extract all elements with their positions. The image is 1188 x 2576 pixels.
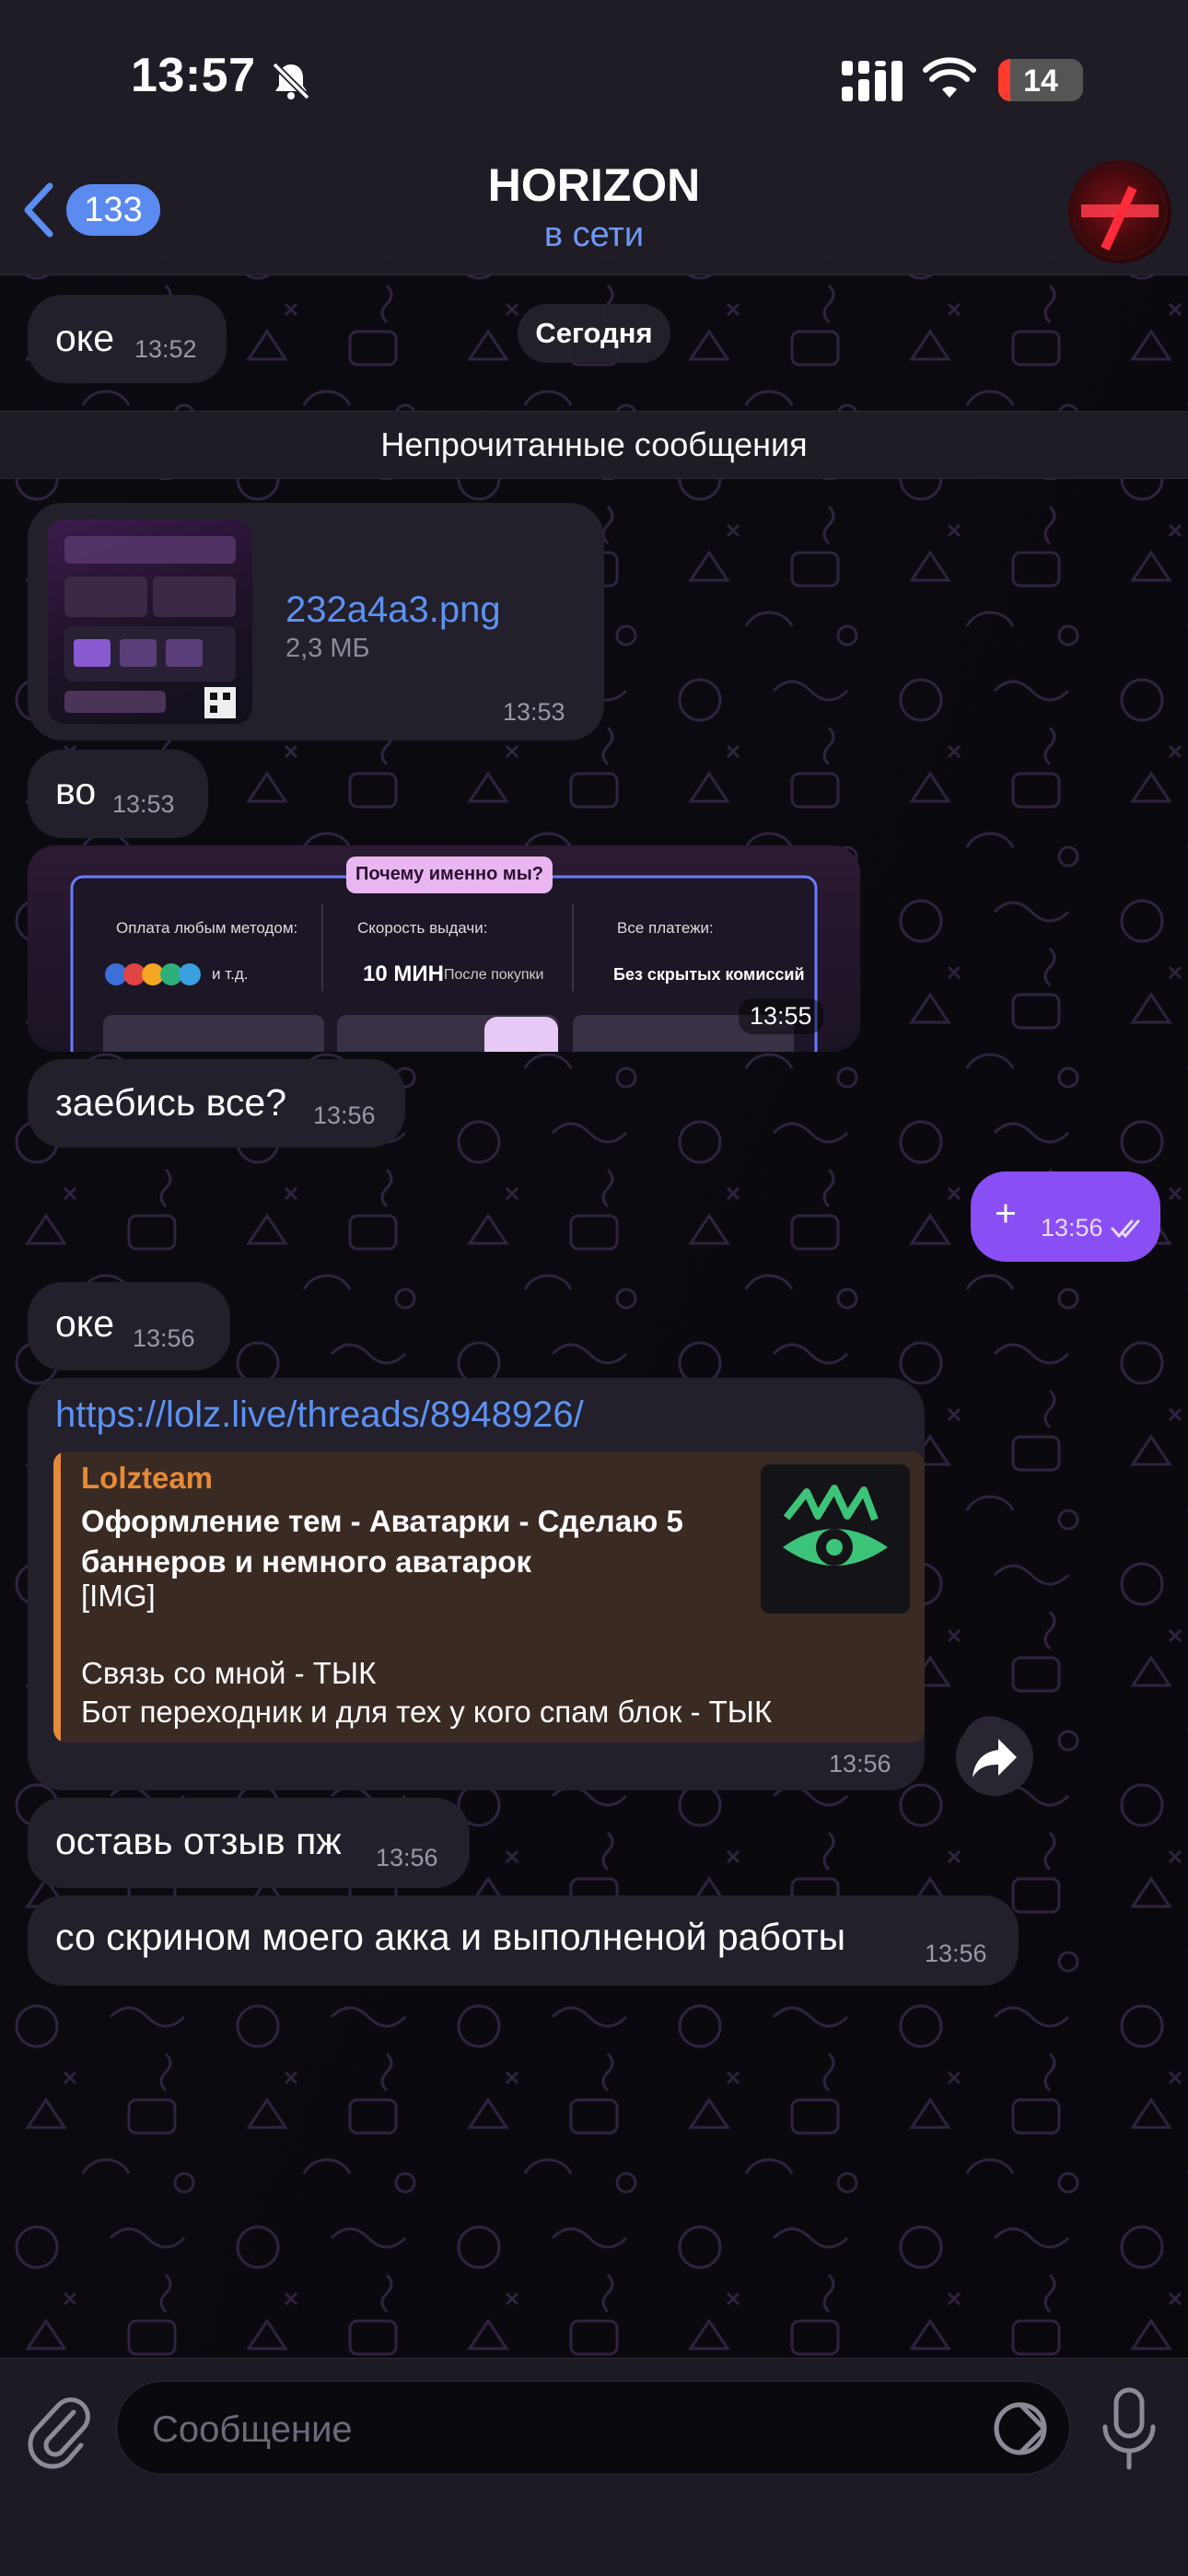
date-pill: Сегодня xyxy=(518,304,670,363)
message-incoming[interactable]: заебись все? 13:56 xyxy=(28,1059,405,1148)
message-text: со скрином моего акка и выполненой работ… xyxy=(55,1916,846,1958)
message-time: 13:53 xyxy=(503,698,565,726)
message-text: во xyxy=(55,770,97,812)
message-text: оке xyxy=(55,1302,115,1345)
eye-logo-icon xyxy=(783,1485,888,1566)
message-link[interactable]: https://lolz.live/threads/8948926/ Lolzt… xyxy=(28,1378,925,1790)
avatar[interactable] xyxy=(1068,160,1171,263)
attached-image[interactable]: Почему именно мы? Оплата любым методом: … xyxy=(28,845,860,1052)
message-time: 13:53 xyxy=(112,790,175,818)
message-text: оке xyxy=(55,317,115,359)
message-time: 13:56 xyxy=(925,1940,987,1967)
message-time: 13:56 xyxy=(376,1844,438,1871)
chat-header: 13:57 14 133 HORIZON в сети xyxy=(0,0,1188,275)
unread-divider: Непрочитанные сообщения xyxy=(0,411,1188,479)
status-time: 13:57 xyxy=(131,49,256,102)
message-incoming[interactable]: оке 13:56 xyxy=(28,1282,230,1370)
message-incoming[interactable]: оставь отзыв пж 13:56 xyxy=(28,1798,470,1888)
battery-tip xyxy=(1076,73,1081,87)
message-time: 13:56 xyxy=(133,1324,195,1352)
message-image[interactable]: Почему именно мы? Оплата любым методом: … xyxy=(28,845,860,1052)
preview-line: [IMG] xyxy=(81,1579,156,1613)
preview-accent-bar xyxy=(53,1451,61,1743)
microphone-icon[interactable] xyxy=(1100,2386,1159,2475)
message-incoming[interactable]: оке 13:52 xyxy=(28,295,227,383)
preview-thumbnail xyxy=(761,1464,910,1614)
message-time: 13:56 xyxy=(313,1102,376,1129)
image-col3-value: Без скрытых комиссий xyxy=(613,965,805,984)
status-bar: 13:57 14 xyxy=(0,0,1188,157)
message-outgoing[interactable]: + 13:56 xyxy=(971,1171,1160,1262)
composer-bar: Сообщение xyxy=(0,2358,1188,2576)
file-thumbnail[interactable] xyxy=(48,519,252,724)
link-preview[interactable]: Lolzteam Оформление тем - Аватарки - Сде… xyxy=(53,1451,925,1743)
message-text: + xyxy=(995,1192,1017,1234)
message-text: заебись все? xyxy=(55,1081,287,1124)
image-heading: Почему именно мы? xyxy=(355,864,543,884)
paperclip-icon[interactable] xyxy=(26,2392,92,2469)
share-arrow-icon xyxy=(973,1739,1017,1778)
file-thumbnail-art xyxy=(64,536,236,718)
message-input[interactable]: Сообщение xyxy=(116,2381,1070,2475)
message-incoming[interactable]: со скрином моего акка и выполненой работ… xyxy=(28,1895,1019,1986)
image-col1-label: Оплата любым методом: xyxy=(116,919,298,937)
message-time: 13:52 xyxy=(134,335,197,363)
chat-title[interactable]: HORIZON xyxy=(0,158,1188,212)
file-size: 2,3 МБ xyxy=(285,634,370,663)
message-time: 13:56 xyxy=(829,1750,891,1778)
message-incoming[interactable]: во 13:53 xyxy=(28,750,208,838)
message-placeholder: Сообщение xyxy=(152,2409,353,2450)
link-url[interactable]: https://lolz.live/threads/8948926/ xyxy=(55,1394,584,1436)
image-col3-label: Все платежи: xyxy=(617,919,714,937)
battery-level: 14 xyxy=(1023,64,1058,99)
image-col1-value: и т.д. xyxy=(212,965,249,983)
message-file[interactable]: 232a4a3.png 2,3 МБ 13:53 xyxy=(28,503,604,740)
image-col2-sub: После покупки xyxy=(444,967,544,983)
share-button[interactable] xyxy=(956,1719,1033,1796)
preview-line: Связь со мной - ТЫК xyxy=(81,1656,377,1690)
sticker-icon[interactable] xyxy=(992,2400,1049,2457)
chat-status: в сети xyxy=(543,216,645,254)
battery-icon: 14 xyxy=(998,59,1083,101)
cellular-signal-icon xyxy=(842,61,903,101)
file-name[interactable]: 232a4a3.png xyxy=(285,589,501,631)
bell-slash-icon xyxy=(272,62,310,100)
double-check-icon xyxy=(1111,1219,1140,1239)
wifi-icon xyxy=(923,57,976,98)
message-time: 13:56 xyxy=(1041,1214,1103,1241)
image-col2-value: 10 МИН xyxy=(363,962,444,986)
message-time: 13:55 xyxy=(739,998,823,1034)
preview-line: Бот переходник и для тех у кого спам бло… xyxy=(81,1695,773,1729)
image-col2-label: Скорость выдачи: xyxy=(357,919,488,937)
message-text: оставь отзыв пж xyxy=(55,1820,342,1862)
preview-site: Lolzteam xyxy=(81,1461,214,1495)
avatar-art xyxy=(1072,164,1168,260)
preview-title: Оформление тем - Аватарки - Сделаю 5 бан… xyxy=(81,1504,683,1579)
